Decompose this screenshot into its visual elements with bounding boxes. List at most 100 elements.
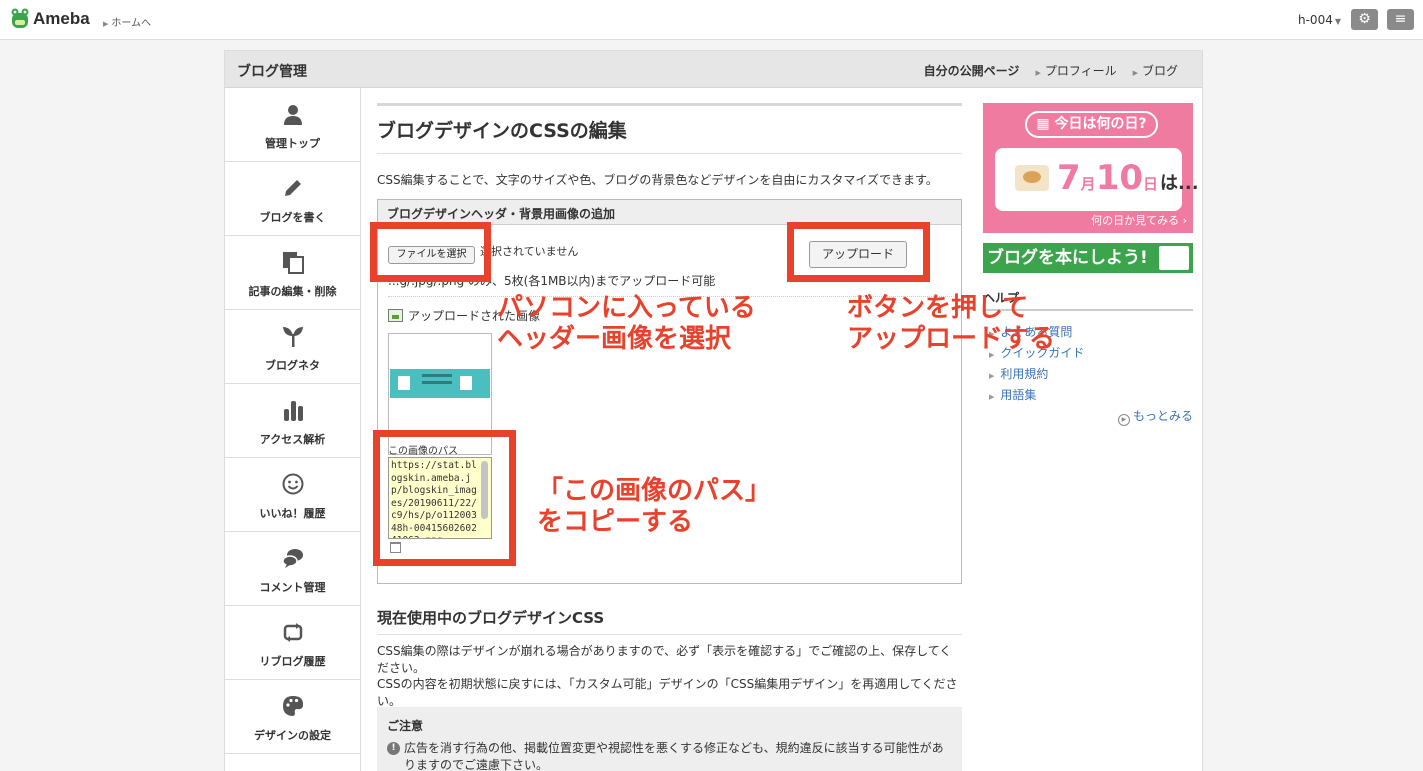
pencil-icon [284,180,301,196]
right-column: ▦ 今日は何の日? 7 月 10 日 は... 何の日か見てみる › ブログを本… [983,103,1199,426]
sidebar-item-analytics[interactable]: アクセス解析 [225,384,360,458]
settings-button[interactable]: ⚙ [1351,9,1378,30]
page-description: CSS編集することで、文字のサイズや色、ブログの背景色などデザインを自由にカスタ… [377,173,938,187]
home-link-label: ホームへ [111,18,152,29]
triangle-right-icon: ▶ [989,372,995,380]
today-banner[interactable]: ▦ 今日は何の日? 7 月 10 日 は... 何の日か見てみる › [983,103,1199,233]
sidebar-item-label: 管理トップ [265,137,320,150]
today-day: 10 [1095,158,1144,198]
today-pill: ▦ 今日は何の日? [1025,111,1158,138]
annotation-line: アップロードする [847,324,1056,354]
sidebar-item-likes[interactable]: いいね！履歴 [225,458,360,532]
current-css-title: 現在使用中のブログデザインCSS [377,607,962,635]
thumb-shape [460,376,472,390]
profile-link[interactable]: ▶ プロフィール [1035,62,1116,79]
today-month: 7 [1057,158,1081,198]
user-menu[interactable]: h-004 ▼ [1298,13,1341,27]
blog-link-label: ブログ [1141,64,1178,78]
caret-down-icon: ▼ [1334,17,1341,26]
smile-icon [282,473,303,495]
calendar-icon: ▦ [1036,116,1055,132]
image-icon [388,309,403,322]
help-link-label: 利用規約 [1000,367,1049,381]
triangle-right-icon: ▶ [989,393,995,401]
help-link-glossary[interactable]: ▶ 用語集 [983,386,1193,407]
header-image-preview [390,369,490,398]
today-pill-text: 今日は何の日? [1054,116,1147,132]
sidebar-item-dashboard[interactable]: 管理トップ [225,88,360,162]
bar-chart-icon [283,401,303,421]
thumb-shape [398,376,410,390]
help-more-text: もっとみる [1132,409,1193,423]
blog-to-book-banner[interactable]: ブログを本にしよう! [983,243,1193,273]
public-page-link[interactable]: 自分の公開ページ [924,62,1020,79]
sidebar-item-label: リブログ履歴 [259,655,326,668]
person-icon [283,105,302,125]
caution-text: ! 広告を消す行為の他、掲載位置変更や視認性を悪くする修正なども、規約違反に該当… [387,740,952,771]
triangle-right-icon: ▶ [1132,69,1138,77]
sprout-icon [282,327,303,347]
reblog-icon [283,623,302,642]
help-more-link[interactable]: ▶ もっとみる [983,407,1193,426]
no-file-selected-text: 選択されていません [480,245,579,258]
today-card: 7 月 10 日 は... [995,148,1199,211]
annotation-line: をコピーする [537,507,694,537]
blog-management-panel: ブログ管理 自分の公開ページ ▶ プロフィール ▶ ブログ 管理トップ ブログを書く… [224,50,1203,771]
triangle-right-icon: ▶ [103,20,109,28]
triangle-right-icon: ▶ [1035,69,1041,77]
sidebar-item-label: デザインの設定 [254,729,331,742]
sidebar-item-label: コメント管理 [259,581,326,594]
annotation-select-image: パソコンに入っている ヘッダー画像を選択 [497,293,756,355]
sidebar-item-label: いいね！履歴 [259,507,326,520]
today-month-unit: 月 [1080,175,1096,193]
current-css-text-1: CSS編集の際はデザインが崩れる場合がありますので、必ず「表示を確認する」でご確… [377,644,952,675]
highlight-box-image-path [373,430,516,566]
sidebar-item-label: ブログを書く [259,211,326,224]
sidebar: 管理トップ ブログを書く 記事の編集・削除 ブログネタ アクセス解析 いいね！履… [225,88,361,771]
today-day-unit: 日 [1143,175,1159,193]
top-bar: Ameba ▶ ホームへ h-004 ▼ ⚙ ≡ [0,0,1423,40]
panel-header: ブログ管理 自分の公開ページ ▶ プロフィール ▶ ブログ [225,51,1202,88]
thumb-shape [422,374,452,377]
documents-icon [282,252,304,274]
frog-logo-icon [11,8,29,28]
chat-icon [281,549,303,568]
today-more-link[interactable]: 何の日か見てみる › [1091,212,1187,228]
annotation-copy-path: 「この画像のパス」 をコピーする [537,476,771,538]
food-dish-icon [1015,165,1049,191]
logo-text: Ameba [33,9,90,28]
sidebar-item-reblog[interactable]: リブログ履歴 [225,606,360,680]
current-css-text-2: CSSの内容を初期状態に戻すには、「カスタム可能」デザインの「CSS編集用デザイ… [377,677,958,708]
book-banner-text: ブログを本にしよう! [987,248,1148,268]
highlight-box-upload [787,222,930,282]
sidebar-item-design[interactable]: デザインの設定 [225,680,360,754]
home-link[interactable]: ▶ ホームへ [103,14,151,29]
help-link-terms[interactable]: ▶ 利用規約 [983,365,1193,386]
exclamation-icon: ! [387,742,400,755]
annotation-line: ヘッダー画像を選択 [497,324,732,354]
annotation-press-upload: ボタンを押して アップロードする [847,293,1055,355]
help-link-label: 用語集 [1000,388,1037,402]
sidebar-item-label: 記事の編集・削除 [248,285,337,298]
user-name: h-004 [1298,13,1333,27]
play-circle-icon: ▶ [1117,414,1130,426]
sidebar-item-comments[interactable]: コメント管理 [225,532,360,606]
highlight-box-file-select [370,222,491,282]
today-more-text: 何の日か見てみる [1091,214,1180,227]
header-links: 自分の公開ページ ▶ プロフィール ▶ ブログ [924,62,1178,79]
thumb-shape [422,381,452,384]
blog-link[interactable]: ▶ ブログ [1133,62,1178,79]
panel-title: ブログ管理 [237,64,307,80]
annotation-line: 「この画像のパス」 [537,476,772,506]
sidebar-item-label: アクセス解析 [259,433,326,446]
ameba-logo[interactable]: Ameba [10,8,90,30]
sidebar-item-write[interactable]: ブログを書く [225,162,360,236]
hamburger-icon: ≡ [1394,11,1407,27]
palette-icon [282,696,303,716]
menu-button[interactable]: ≡ [1387,9,1414,30]
book-icon [1159,246,1189,270]
caution-text-body: 広告を消す行為の他、掲載位置変更や視認性を悪くする修正なども、規約違反に該当する… [404,741,944,771]
sidebar-item-blog-neta[interactable]: ブログネタ [225,310,360,384]
caution-title: ご注意 [387,719,424,733]
sidebar-item-edit-articles[interactable]: 記事の編集・削除 [225,236,360,310]
